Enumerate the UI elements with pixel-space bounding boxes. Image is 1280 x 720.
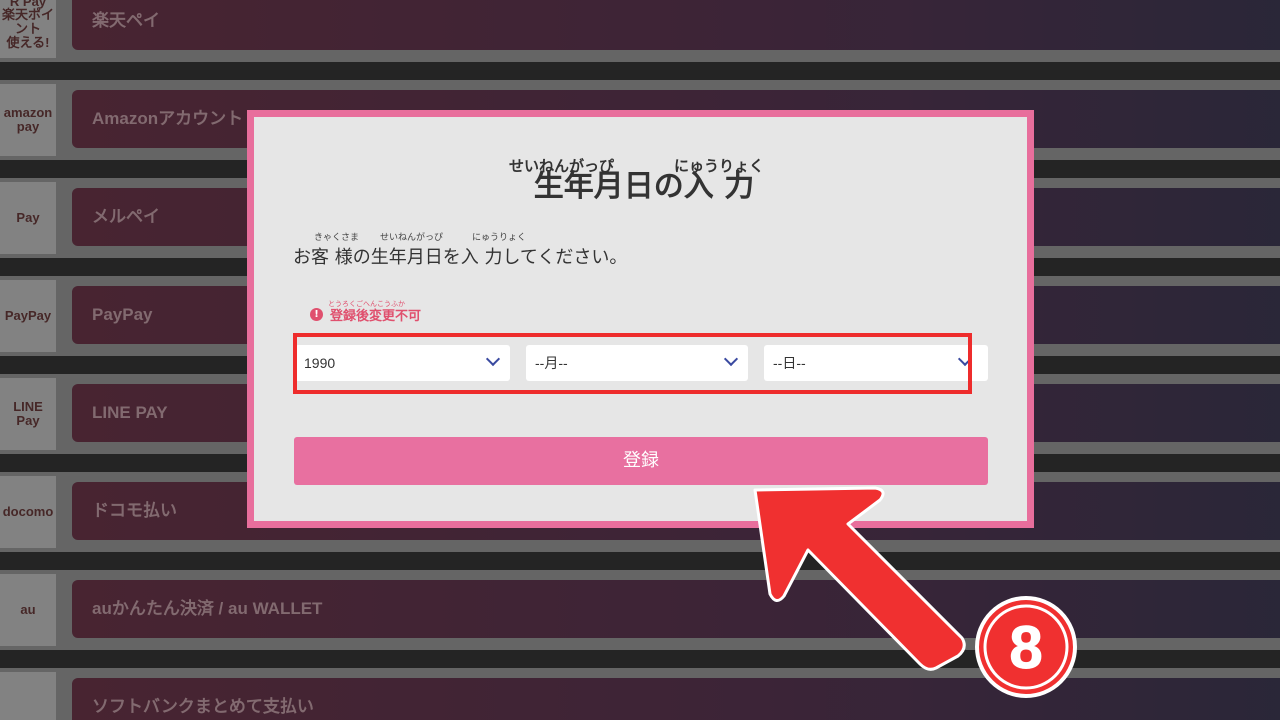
instruction-ruby-seinengappi: せいねんがっぴ [380, 233, 444, 243]
instruction-ruby-nyuuryoku: にゅうりょく [472, 233, 527, 243]
warning-text: 登録後変更不可 [330, 309, 422, 324]
instruction-text: お客 様の生年月日を入 力してください。 [293, 247, 628, 268]
birthdate-modal: せいねんがっぴ にゅうりょく 生年月日の入 力 きゃくさま せいねんがっぴ にゅ… [247, 110, 1034, 528]
annotation-arrow-icon [753, 486, 966, 671]
modal-title: 生年月日の入 力 [533, 169, 755, 204]
annotation-highlight-box [293, 333, 972, 394]
warning-notice: ! 登録後変更不可 [310, 305, 421, 324]
circle-badge-icon: 8 [975, 596, 1077, 698]
alert-icon: ! [310, 308, 323, 321]
instruction-ruby-kyakusama: きゃくさま [314, 233, 360, 243]
step-number-badge: 8 [974, 595, 1078, 699]
step-number-text: 8 [1009, 614, 1042, 681]
